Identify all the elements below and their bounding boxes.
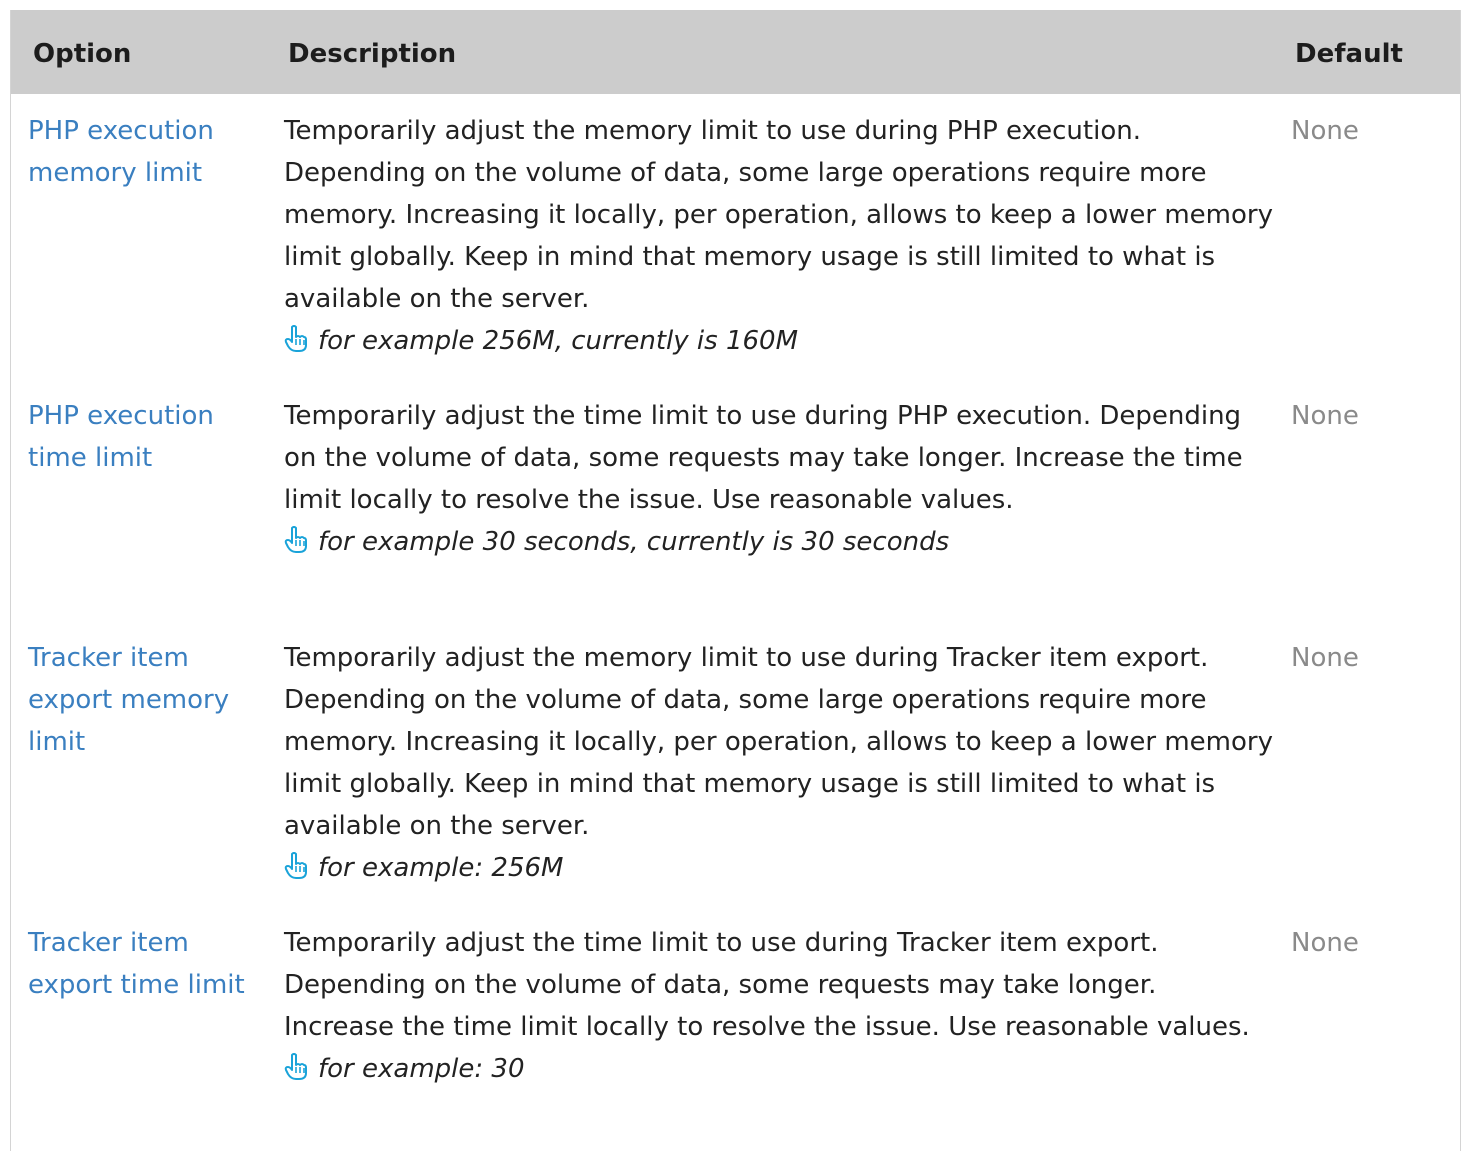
option-description: Temporarily adjust the time limit to use… (284, 922, 1274, 1090)
column-header-description: Description (288, 39, 457, 69)
description-text: Temporarily adjust the memory limit to u… (284, 116, 1273, 314)
pointing-hand-icon (284, 852, 307, 879)
default-value: None (1291, 116, 1359, 146)
example-text: for example 30 seconds, currently is 30 … (318, 527, 950, 557)
column-header-option: Option (33, 39, 132, 69)
example-hint: for example 30 seconds, currently is 30 … (284, 521, 1274, 563)
option-description: Temporarily adjust the time limit to use… (284, 395, 1274, 563)
column-header-default: Default (1295, 39, 1403, 69)
default-value: None (1291, 401, 1359, 431)
example-text: for example: 256M (318, 853, 564, 883)
option-description: Temporarily adjust the memory limit to u… (284, 110, 1274, 362)
example-hint: for example 256M, currently is 160M (284, 320, 1274, 362)
description-text: Temporarily adjust the memory limit to u… (284, 643, 1273, 841)
example-hint: for example: 30 (284, 1048, 1274, 1090)
example-text: for example 256M, currently is 160M (318, 326, 799, 356)
example-text: for example: 30 (318, 1054, 525, 1084)
option-link-tracker-export-memory-limit[interactable]: Tracker item export memory limit (28, 637, 258, 763)
example-hint: for example: 256M (284, 847, 1274, 889)
preferences-table: Option Description Default PHP execution… (10, 10, 1461, 1151)
option-link-php-time-limit[interactable]: PHP execution time limit (28, 395, 258, 479)
pointing-hand-icon (284, 1053, 307, 1080)
option-link-tracker-export-time-limit[interactable]: Tracker item export time limit (28, 922, 258, 1006)
pointing-hand-icon (284, 526, 307, 553)
description-text: Temporarily adjust the time limit to use… (284, 928, 1250, 1042)
table-header: Option Description Default (11, 10, 1460, 94)
pointing-hand-icon (284, 325, 307, 352)
option-description: Temporarily adjust the memory limit to u… (284, 637, 1274, 889)
default-value: None (1291, 928, 1359, 958)
default-value: None (1291, 643, 1359, 673)
option-link-php-memory-limit[interactable]: PHP execution memory limit (28, 110, 258, 194)
description-text: Temporarily adjust the time limit to use… (284, 401, 1243, 515)
